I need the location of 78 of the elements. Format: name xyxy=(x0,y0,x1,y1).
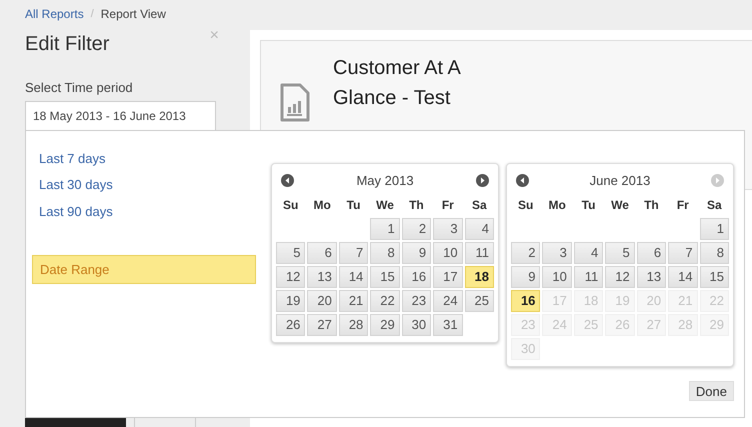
field-label: Select Time period xyxy=(25,80,134,95)
calendar-day[interactable]: 22 xyxy=(370,290,400,312)
calendar-day[interactable]: 11 xyxy=(574,266,604,288)
calendar-day[interactable]: 1 xyxy=(700,218,729,240)
calendar-day[interactable]: 30 xyxy=(402,314,432,336)
weekday-label: Fr xyxy=(440,197,455,214)
calendar-day[interactable]: 20 xyxy=(307,290,337,312)
calendar-day[interactable]: 24 xyxy=(433,290,463,312)
weekday-label: Tu xyxy=(580,197,596,214)
calendar-day[interactable]: 16 xyxy=(511,290,540,312)
next-month-icon[interactable] xyxy=(476,174,489,186)
range-option[interactable]: Last 30 days xyxy=(32,172,256,198)
calendar-day[interactable]: 5 xyxy=(605,242,635,264)
calendar-day[interactable]: 4 xyxy=(574,242,604,264)
calendar-day[interactable]: 15 xyxy=(370,266,400,288)
report-document-icon xyxy=(279,83,311,123)
weekday-label: Tu xyxy=(346,197,362,214)
calendar-day[interactable]: 29 xyxy=(370,314,400,336)
calendar-day[interactable]: 13 xyxy=(636,266,666,288)
calendar-day[interactable]: 23 xyxy=(402,290,432,312)
weekday-label: We xyxy=(375,197,395,214)
calendar-day[interactable]: 17 xyxy=(433,266,463,288)
calendar-day[interactable]: 27 xyxy=(307,314,337,336)
weekday-label: We xyxy=(610,197,630,214)
calendar-day[interactable]: 14 xyxy=(338,266,368,288)
time-period-field[interactable]: 18 May 2013 - 16 June 2013 xyxy=(25,101,216,131)
calendar-day[interactable]: 10 xyxy=(433,242,463,264)
calendar-day[interactable]: 25 xyxy=(464,290,494,312)
weekday-label: Mo xyxy=(547,197,567,214)
calendar-day[interactable]: 12 xyxy=(276,266,306,288)
calendar-day[interactable]: 6 xyxy=(636,242,666,264)
month-title: May 2013 xyxy=(356,172,414,188)
previous-month-icon[interactable] xyxy=(516,174,529,186)
panel-title: Edit Filter xyxy=(25,33,110,56)
weekday-label: Sa xyxy=(470,197,488,214)
calendar-day[interactable]: 14 xyxy=(668,266,698,288)
calendar-day[interactable]: 21 xyxy=(338,290,368,312)
calendar-day[interactable]: 16 xyxy=(402,266,432,288)
weekday-label: Th xyxy=(408,197,425,214)
calendar-day[interactable]: 8 xyxy=(370,242,400,264)
weekday-label: Th xyxy=(643,197,660,214)
calendar-day[interactable]: 8 xyxy=(700,242,729,264)
calendar-day[interactable]: 6 xyxy=(307,242,337,264)
calendar-day[interactable]: 7 xyxy=(338,242,368,264)
calendar-day[interactable]: 4 xyxy=(464,218,494,240)
done-button[interactable]: Done xyxy=(688,381,734,401)
calendar-day[interactable]: 18 xyxy=(464,266,494,288)
calendar-day[interactable]: 10 xyxy=(542,266,572,288)
calendar-day[interactable]: 26 xyxy=(276,314,306,336)
calendar-day[interactable]: 9 xyxy=(402,242,432,264)
weekday-label: Fr xyxy=(676,197,690,214)
calendar-day[interactable]: 11 xyxy=(464,242,494,264)
calendar-day[interactable]: 9 xyxy=(511,266,540,288)
calendar-day[interactable]: 31 xyxy=(433,314,463,336)
report-title: Customer At A Glance - Test xyxy=(333,56,462,111)
calendar-day[interactable]: 28 xyxy=(338,314,368,336)
calendar-day[interactable]: 7 xyxy=(668,242,698,264)
previous-month-icon[interactable] xyxy=(281,174,294,186)
calendar-day[interactable]: 2 xyxy=(511,242,540,264)
breadcrumb-separator: / xyxy=(90,8,94,20)
calendar-day[interactable]: 3 xyxy=(433,218,463,240)
calendar-day[interactable]: 12 xyxy=(605,266,635,288)
calendar-day[interactable]: 13 xyxy=(307,266,337,288)
calendar-day[interactable]: 1 xyxy=(370,218,400,240)
calendar-day[interactable]: 15 xyxy=(700,266,729,288)
calendar-day[interactable]: 2 xyxy=(402,218,432,240)
range-option[interactable]: Last 90 days xyxy=(32,198,256,224)
range-option[interactable]: Last 7 days xyxy=(32,145,256,172)
weekday-label: Mo xyxy=(312,197,332,214)
breadcrumb-link[interactable]: All Reports xyxy=(25,7,84,21)
month-title: June 2013 xyxy=(590,172,650,188)
calendar-day[interactable]: 3 xyxy=(542,242,572,264)
breadcrumb-current: Report View xyxy=(100,7,166,21)
weekday-label: Su xyxy=(282,197,300,214)
calendar-day[interactable]: 19 xyxy=(276,290,306,312)
calendar-day[interactable]: 5 xyxy=(276,242,306,264)
weekday-label: Su xyxy=(517,197,534,214)
weekday-label: Sa xyxy=(706,197,723,214)
